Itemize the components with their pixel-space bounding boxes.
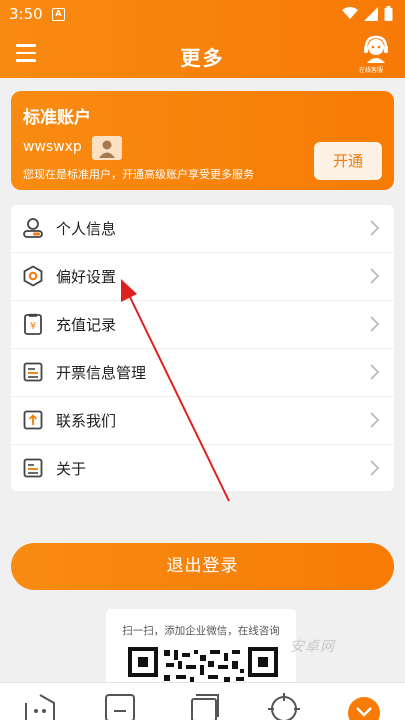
menu-item-contact-us[interactable]: 联系我们 (11, 397, 394, 445)
status-time: 3:50 (9, 5, 43, 23)
account-card: 标准账户 wwswxp 您现在是标准用户，开通高级账户享受更多服务 开通 (11, 91, 394, 190)
logout-button[interactable]: 退出登录 (11, 543, 394, 590)
chevron-right-icon (370, 268, 380, 284)
watermark: 安卓网 (290, 639, 335, 655)
hexagon-settings-icon (23, 265, 43, 287)
recharge-record-icon: ¥ (24, 313, 42, 335)
qr-card: 扫一扫，添加企业微信，在线咨询 (106, 609, 296, 689)
chevron-right-icon (370, 460, 380, 476)
menu-item-personal-info[interactable]: 个人信息 (11, 205, 394, 253)
menu-list: 个人信息 偏好设置 ¥ 充值记录 开票信息管理 联系我们 关于 (11, 205, 394, 491)
bottom-nav-hexagon-icon[interactable] (20, 691, 60, 720)
chevron-right-icon (370, 412, 380, 428)
avatar[interactable] (92, 136, 122, 160)
menu-item-label: 充值记录 (56, 316, 117, 334)
menu-item-label: 偏好设置 (56, 268, 117, 286)
chevron-right-icon (370, 364, 380, 380)
open-premium-button[interactable]: 开通 (314, 142, 382, 180)
status-bar: 3:50 A (0, 0, 405, 30)
status-icons (342, 6, 393, 21)
menu-item-label: 开票信息管理 (56, 364, 147, 382)
menu-item-label: 关于 (56, 460, 87, 478)
menu-item-preferences[interactable]: 偏好设置 (11, 253, 394, 301)
customer-service-button[interactable]: 在线客服 (359, 34, 391, 74)
chevron-right-icon (370, 316, 380, 332)
battery-icon (384, 6, 393, 21)
bottom-nav (0, 682, 405, 720)
signal-icon (364, 6, 378, 21)
account-description: 您现在是标准用户，开通高级账户享受更多服务 (23, 168, 254, 181)
bottom-nav-stack-icon[interactable] (184, 691, 224, 720)
nav-row: 更多 在线客服 (0, 34, 405, 76)
account-username: wwswxp (23, 139, 82, 155)
person-icon (23, 218, 43, 238)
account-title: 标准账户 (23, 108, 91, 128)
bottom-nav-more-icon[interactable] (344, 691, 384, 720)
qr-code-image (128, 647, 278, 685)
wifi-icon (342, 7, 358, 19)
chevron-right-icon (370, 220, 380, 236)
menu-item-recharge-record[interactable]: ¥ 充值记录 (11, 301, 394, 349)
qr-caption: 扫一扫，添加企业微信，在线咨询 (122, 625, 280, 637)
notification-a-icon: A (52, 8, 65, 21)
menu-item-about[interactable]: 关于 (11, 445, 394, 493)
customer-service-icon (364, 35, 388, 63)
contact-icon (23, 410, 43, 430)
menu-item-label: 个人信息 (56, 220, 117, 238)
about-icon (23, 458, 43, 478)
avatar-person-icon (99, 140, 115, 158)
bottom-nav-target-icon[interactable] (264, 691, 304, 720)
menu-item-label: 联系我们 (56, 412, 117, 430)
header-bar: 3:50 A 更多 在线客服 (0, 0, 405, 78)
menu-item-invoice-management[interactable]: 开票信息管理 (11, 349, 394, 397)
svg-text:¥: ¥ (30, 321, 36, 332)
service-label: 在线客服 (359, 67, 384, 74)
bottom-nav-screen-icon[interactable] (100, 691, 140, 720)
page-title: 更多 (180, 46, 225, 70)
invoice-icon (23, 362, 43, 382)
